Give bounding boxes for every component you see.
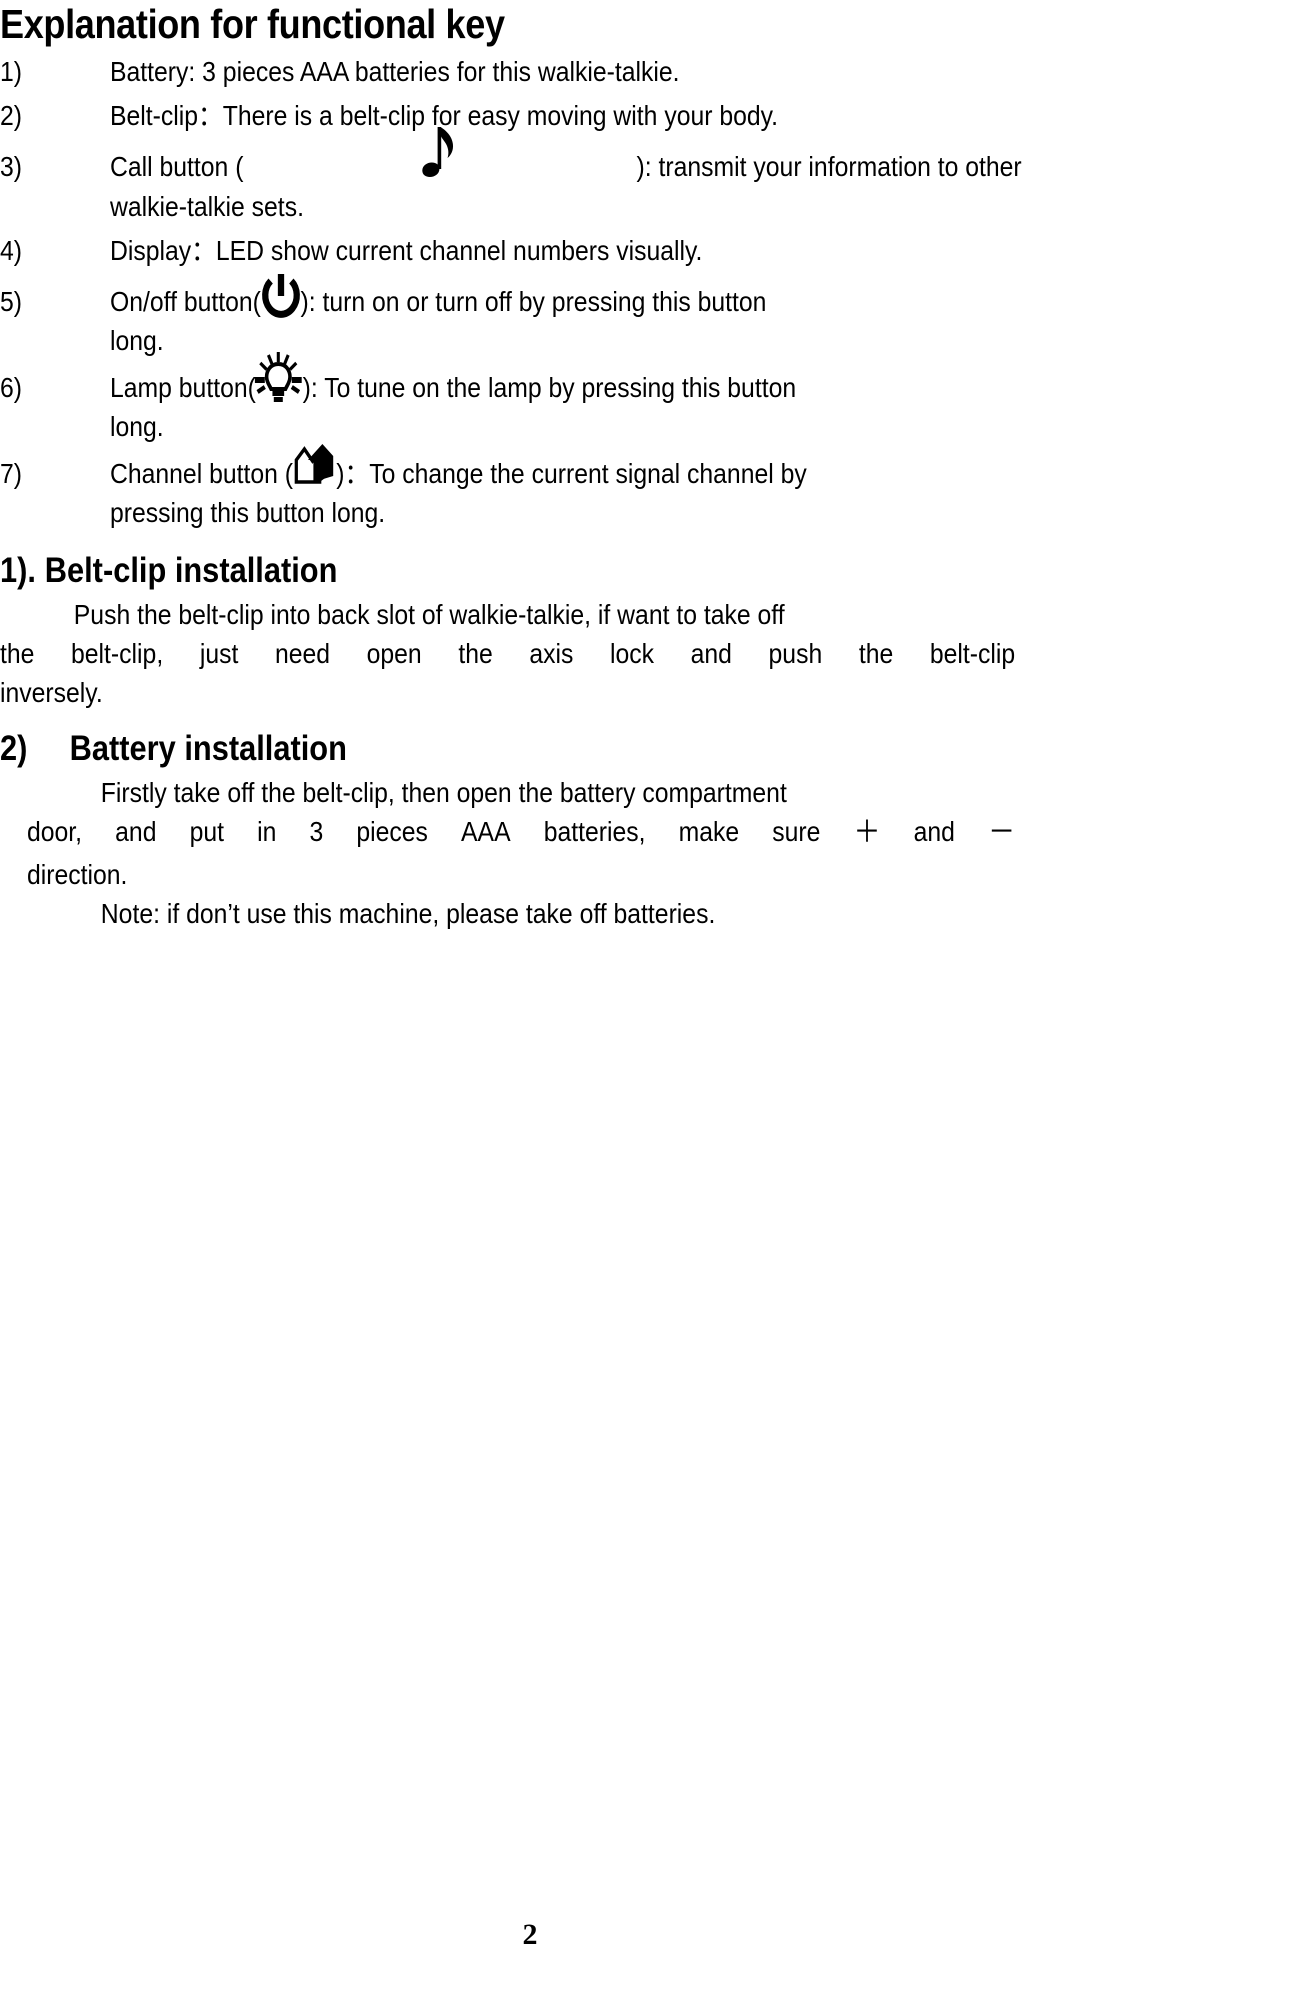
section-number: 2) bbox=[0, 728, 28, 768]
section-number: 1). bbox=[0, 550, 36, 590]
list-item-text: Belt-clip：There is a belt-clip for easy … bbox=[110, 100, 779, 132]
item7-line2: pressing this button long. bbox=[110, 496, 386, 528]
list-item-text: Call button ( ): transmit your informati… bbox=[110, 127, 1022, 186]
item3-text-pre: Call button ( bbox=[110, 151, 244, 183]
list-item-text: Channel button ( )：To change the current… bbox=[110, 444, 933, 493]
list-item-continuation: pressing this button long. bbox=[0, 493, 1024, 532]
list-item: 2) Belt-clip：There is a belt-clip for ea… bbox=[0, 96, 1024, 135]
section-heading-battery: 2) Battery installation bbox=[0, 726, 901, 772]
list-item-text: Display：LED show current channel numbers… bbox=[110, 234, 703, 266]
item5-text-pre: On/off button( bbox=[110, 285, 261, 317]
item6-text-post: ): To tune on the lamp by pressing this … bbox=[302, 371, 797, 403]
list-item-text: Battery: 3 pieces AAA batteries for this… bbox=[110, 56, 680, 88]
belt-clip-line-1: Push the belt-clip into back slot of wal… bbox=[73, 599, 785, 631]
battery-minus-symbol: － bbox=[988, 815, 1016, 851]
battery-paragraph: Firstly take off the belt-clip, then ope… bbox=[0, 773, 1015, 894]
list-item-continuation: long. bbox=[0, 407, 1024, 446]
list-item-number: 6) bbox=[0, 371, 23, 403]
list-item-number: 3) bbox=[0, 151, 23, 183]
list-item: 3) Call button ( ): transmit your inform… bbox=[0, 127, 1024, 186]
list-item: 6) Lamp button(): To tune on the lamp b… bbox=[0, 351, 1024, 407]
music-note-icon bbox=[421, 127, 459, 178]
page-number: 2 bbox=[522, 1918, 538, 1951]
battery-line-3: direction. bbox=[27, 858, 128, 890]
list-item: 4) Display：LED show current channel numb… bbox=[0, 231, 1024, 270]
item7-text-post: )：To change the current signal channel b… bbox=[336, 457, 807, 489]
belt-clip-line-3: inversely. bbox=[0, 677, 103, 709]
section-heading-belt-clip: 1). Belt-clip installation bbox=[0, 548, 901, 594]
section-title: Belt-clip installation bbox=[44, 550, 338, 590]
page-content: Explanation for functional key 1) Batter… bbox=[0, 0, 1024, 933]
item6-line2: long. bbox=[110, 410, 164, 442]
belt-clip-paragraph: Push the belt-clip into back slot of wal… bbox=[0, 595, 1015, 712]
power-icon bbox=[261, 273, 301, 319]
lamp-bulb-icon bbox=[254, 351, 303, 405]
belt-clip-line-2: the belt-clip, just need open the axis lock and p… bbox=[0, 638, 1016, 670]
list-item-continuation: long. bbox=[0, 321, 1024, 360]
item3-text-post: ): transmit your information to other bbox=[636, 151, 1022, 183]
list-item: 5) On/off button( ): turn on or turn off… bbox=[0, 273, 1024, 321]
list-item-number: 4) bbox=[0, 234, 23, 266]
channel-arrow-icon bbox=[293, 444, 336, 491]
item3-line2: walkie-talkie sets. bbox=[110, 190, 304, 222]
manual-page: Explanation for functional key 1) Batter… bbox=[0, 0, 1296, 1998]
battery-note-text: Note: if don’t use this machine, please … bbox=[100, 897, 716, 929]
list-item: 7) Channel button ( )：To change the curr… bbox=[0, 444, 1024, 493]
battery-note-paragraph: Note: if don’t use this machine, please … bbox=[0, 894, 1015, 933]
battery-plus-symbol: ＋ bbox=[853, 815, 881, 851]
section-title: Battery installation bbox=[69, 728, 347, 768]
list-item-text: Lamp button(): To tune on the lamp by p… bbox=[110, 351, 933, 407]
page-title: Explanation for functional key bbox=[0, 1, 505, 47]
list-item-text: On/off button( ): turn on or turn off by… bbox=[110, 273, 933, 321]
list-item: 1) Battery: 3 pieces AAA batteries for t… bbox=[0, 52, 1024, 91]
item5-line2: long. bbox=[110, 324, 164, 356]
list-item-number: 2) bbox=[0, 100, 23, 132]
battery-and-text: and bbox=[913, 816, 955, 848]
item7-text-pre: Channel button ( bbox=[110, 457, 294, 489]
list-item-continuation: walkie-talkie sets. bbox=[0, 187, 1024, 226]
battery-line-1: Firstly take off the belt-clip, then ope… bbox=[100, 777, 787, 809]
list-item-number: 5) bbox=[0, 285, 23, 317]
list-item-number: 1) bbox=[0, 56, 23, 88]
list-item-number: 7) bbox=[0, 457, 23, 489]
item5-text-post: ): turn on or turn off by pressing this … bbox=[300, 285, 767, 317]
item6-text-pre: Lamp button( bbox=[110, 371, 256, 403]
